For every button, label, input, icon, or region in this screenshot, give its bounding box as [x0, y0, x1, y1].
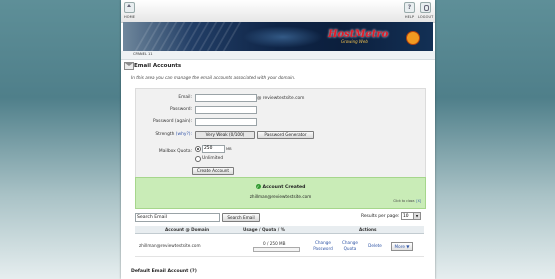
unlimited-label: Unlimited — [202, 156, 224, 161]
alert-close[interactable]: Click to close. [X] — [393, 199, 421, 203]
quota-limited-radio[interactable] — [195, 146, 201, 152]
brand-tagline: Growing Web — [341, 39, 368, 44]
column-actions: Actions — [359, 227, 377, 232]
chevron-down-icon: ▼ — [413, 213, 420, 219]
results-per-page-value: 10 — [403, 214, 409, 219]
strength-label: Strength (why?): — [136, 132, 192, 137]
mascot-icon — [406, 31, 420, 45]
alert-title: ✓ Account Created — [136, 184, 425, 190]
brand-banner: HostMetro Growing Web — [123, 22, 433, 51]
change-password-line2: Password — [313, 245, 333, 251]
check-icon: ✓ — [255, 184, 261, 189]
password-input[interactable] — [195, 106, 257, 114]
column-account[interactable]: Account @ Domain — [165, 227, 209, 232]
alert-title-text: Account Created — [262, 185, 306, 190]
change-quota-line1: Change — [341, 240, 359, 245]
breadcrumb: CPANEL 11 — [121, 51, 435, 60]
email-input[interactable] — [195, 94, 257, 102]
more-button[interactable]: More ▼ — [391, 242, 413, 251]
strength-why-link[interactable]: (why?): — [176, 132, 192, 137]
table-row: zhillman@reviewtestsite.com 0 / 250 MB C… — [135, 234, 424, 257]
search-email-input[interactable]: Search Email — [135, 213, 220, 222]
create-account-button[interactable]: Create Account — [192, 167, 234, 175]
alert-email: zhillman@reviewtestsite.com — [249, 194, 312, 199]
logout-link[interactable]: LOGOUT — [418, 2, 433, 19]
domain-text: @ reviewtestsite.com — [257, 96, 305, 101]
results-per-page-label: Results per page: — [361, 214, 400, 219]
home-label: HOME — [124, 15, 136, 19]
change-password-link[interactable]: Change Password — [310, 240, 336, 251]
row-usage: 0 / 250 MB — [263, 241, 286, 246]
breadcrumb-cpanel[interactable]: CPANEL 11 — [133, 52, 153, 56]
email-label: Email: — [178, 95, 192, 100]
password-label: Password: — [170, 107, 192, 112]
search-email-button[interactable]: Search Email — [222, 213, 260, 222]
help-icon: ? — [404, 2, 415, 13]
add-email-form: Email: @ reviewtestsite.com Password: Pa… — [135, 88, 426, 179]
email-accounts-icon — [124, 62, 134, 70]
top-navigation-bar: HOME ? HELP LOGOUT — [121, 0, 435, 23]
password-again-label: Password (again): — [153, 119, 192, 124]
logout-icon — [420, 2, 432, 13]
password-again-input[interactable] — [195, 118, 257, 126]
home-icon — [124, 2, 136, 13]
help-link[interactable]: ? HELP — [404, 2, 415, 19]
page-title: Email Accounts — [134, 63, 182, 69]
password-generator-button[interactable]: Password Generator — [257, 131, 314, 139]
usage-bar — [253, 247, 300, 252]
quota-unit: MB — [226, 147, 232, 151]
change-quota-line2: Quota — [343, 245, 357, 251]
quota-unlimited-radio[interactable] — [195, 156, 201, 162]
cpanel-page: HOME ? HELP LOGOUT HostMetro Growing Web… — [121, 0, 435, 279]
account-created-alert: ✓ Account Created zhillman@reviewtestsite… — [135, 177, 426, 209]
default-email-section-title: Default Email Account (?) — [131, 269, 197, 274]
results-per-page-select[interactable]: 10 ▼ — [401, 212, 421, 220]
strength-meter: Very Weak (0/100) — [195, 131, 255, 139]
email-table-header: Account @ Domain Usage / Quota / % Actio… — [135, 226, 424, 234]
page-description: In this area you can manage the email ac… — [131, 75, 296, 80]
logout-label: LOGOUT — [418, 15, 434, 19]
change-quota-link[interactable]: Change Quota — [339, 240, 361, 251]
row-account: zhillman@reviewtestsite.com — [139, 243, 201, 248]
close-icon[interactable]: [X] — [416, 199, 421, 203]
quota-label: Mailbox Quota: — [158, 149, 192, 154]
strength-text: Strength — [155, 132, 175, 137]
delete-link[interactable]: Delete — [365, 243, 385, 249]
home-link[interactable]: HOME — [124, 2, 136, 19]
quota-input[interactable]: 250 — [202, 145, 225, 153]
column-usage[interactable]: Usage / Quota / % — [243, 227, 285, 232]
help-label: HELP — [404, 15, 415, 19]
alert-close-text: Click to close. — [393, 199, 416, 203]
